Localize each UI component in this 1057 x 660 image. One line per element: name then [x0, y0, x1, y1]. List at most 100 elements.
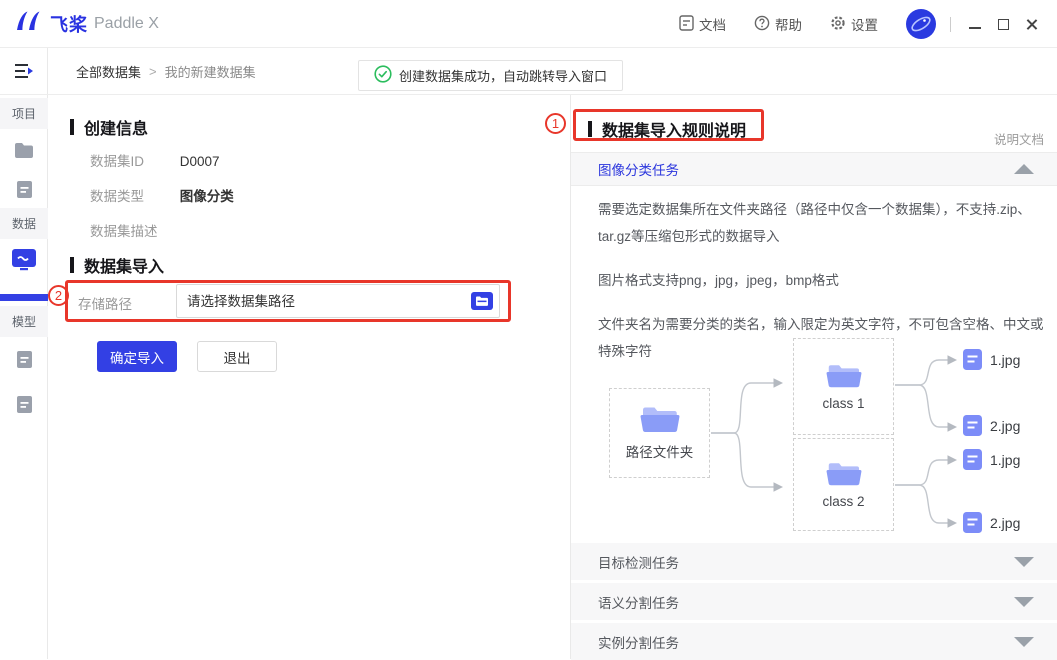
folder-icon: [14, 142, 34, 159]
field-dataset-id: 数据集ID D0007: [90, 150, 220, 170]
image-file-icon: [963, 449, 982, 470]
section-bar-icon: [70, 119, 74, 135]
sidebar-item-model-doc-1[interactable]: [0, 350, 48, 369]
document-icon: [679, 15, 694, 34]
section-bar-icon: [70, 257, 74, 273]
window-close-button[interactable]: [1017, 10, 1045, 38]
sidebar-section-model: 模型: [0, 306, 48, 337]
root-folder-box: 路径文件夹: [609, 388, 710, 478]
sidebar-section-project: 项目: [0, 98, 48, 129]
folder-icon: [826, 461, 862, 487]
class1-label: class 1: [822, 396, 864, 411]
blue-folder-icon: [471, 292, 493, 310]
accordion-instance-segmentation[interactable]: 实例分割任务: [571, 623, 1057, 660]
breadcrumb-bar: 全部数据集 > 我的新建数据集 创建数据集成功，自动跳转导入窗口: [48, 48, 1057, 95]
file-item: 1.jpg: [963, 349, 1020, 370]
window-controls-divider: [950, 17, 951, 32]
window-minimize-button[interactable]: [961, 10, 989, 38]
browse-folder-button[interactable]: [471, 292, 493, 310]
nav-docs-label: 文档: [699, 14, 726, 34]
accordion-label: 目标检测任务: [598, 552, 679, 572]
file-label: 2.jpg: [990, 418, 1020, 434]
doc-link[interactable]: 说明文档: [994, 129, 1044, 148]
file-item: 1.jpg: [963, 449, 1020, 470]
success-toast: 创建数据集成功，自动跳转导入窗口: [358, 60, 623, 91]
logo-text-en: Paddle X: [94, 15, 159, 33]
sidebar-item-project-doc[interactable]: [0, 180, 48, 199]
exit-button[interactable]: 退出: [197, 341, 277, 372]
sidebar-section-data: 数据: [0, 208, 48, 239]
dataset-monitor-icon: [11, 248, 37, 272]
field-value: 图像分类: [180, 189, 234, 204]
logo-text-cn: 飞桨: [50, 11, 88, 37]
chevron-down-icon: [1014, 597, 1034, 607]
user-avatar[interactable]: [906, 9, 936, 39]
field-data-type: 数据类型 图像分类: [90, 185, 234, 205]
chevron-down-icon: [1014, 637, 1034, 647]
accordion-label: 语义分割任务: [598, 592, 679, 612]
accordion-label: 图像分类任务: [598, 159, 679, 179]
nav-settings-label: 设置: [851, 14, 878, 34]
hamburger-collapse-icon: [14, 63, 34, 79]
maximize-icon: [998, 19, 1009, 30]
document-icon: [16, 395, 33, 414]
chevron-up-icon: [1014, 164, 1034, 174]
left-sidebar: 项目 数据 模型: [0, 48, 48, 659]
accordion-object-detection[interactable]: 目标检测任务: [571, 543, 1057, 580]
image-file-icon: [963, 349, 982, 370]
import-rules-panel: 数据集导入规则说明 说明文档 图像分类任务 需要选定数据集所在文件夹路径（路径中…: [570, 95, 1057, 659]
field-label: 数据类型: [90, 185, 176, 205]
sidebar-item-project-folder[interactable]: [0, 142, 48, 159]
class1-folder-box: class 1: [793, 338, 894, 435]
sidebar-item-dataset-active[interactable]: [0, 248, 48, 272]
nav-help-label: 帮助: [775, 14, 802, 34]
nav-settings[interactable]: 设置: [830, 14, 878, 34]
minimize-icon: [969, 27, 981, 29]
help-icon: [754, 15, 770, 34]
app-header: 飞桨 Paddle X 文档 帮助 设置: [0, 0, 1057, 48]
rule-paragraph: 图片格式支持png，jpg，jpeg，bmp格式: [598, 267, 1053, 294]
window-maximize-button[interactable]: [989, 10, 1017, 38]
document-icon: [16, 180, 33, 199]
nav-docs[interactable]: 文档: [679, 14, 726, 34]
folder-icon: [640, 405, 680, 434]
sidebar-item-model-doc-2[interactable]: [0, 395, 48, 414]
folder-icon: [826, 363, 862, 389]
breadcrumb-separator: >: [149, 64, 157, 79]
close-icon: [1025, 18, 1038, 31]
file-label: 1.jpg: [990, 352, 1020, 368]
folder-structure-diagram: 路径文件夹 class 1 class 2 1.jpg 2.jpg 1.jpg …: [571, 335, 1057, 532]
confirm-import-button[interactable]: 确定导入: [97, 341, 177, 372]
file-item: 2.jpg: [963, 415, 1020, 436]
field-label: 数据集ID: [90, 150, 176, 170]
breadcrumb: 全部数据集 > 我的新建数据集: [48, 62, 256, 81]
create-info-title: 创建信息: [70, 115, 148, 139]
image-file-icon: [963, 415, 982, 436]
class2-folder-box: class 2: [793, 438, 894, 531]
root-folder-label: 路径文件夹: [626, 441, 694, 461]
create-panel: 创建信息 数据集ID D0007 数据类型 图像分类 数据集描述 数据集导入 存…: [48, 95, 570, 659]
success-check-icon: [374, 65, 392, 86]
section-bar-icon: [588, 121, 592, 137]
file-item: 2.jpg: [963, 512, 1020, 533]
sidebar-active-indicator: [0, 294, 48, 301]
paddle-pp-mark-icon: [14, 9, 44, 38]
accordion-semantic-segmentation[interactable]: 语义分割任务: [571, 583, 1057, 620]
file-label: 2.jpg: [990, 515, 1020, 531]
rules-panel-title: 数据集导入规则说明: [588, 117, 746, 141]
breadcrumb-current: 我的新建数据集: [165, 62, 256, 81]
dataset-import-title: 数据集导入: [70, 253, 164, 277]
nav-help[interactable]: 帮助: [754, 14, 802, 34]
toast-message: 创建数据集成功，自动跳转导入窗口: [399, 66, 607, 85]
field-dataset-desc: 数据集描述: [90, 220, 176, 240]
accordion-image-classification[interactable]: 图像分类任务: [571, 152, 1057, 186]
chevron-down-icon: [1014, 557, 1034, 567]
storage-path-input[interactable]: [176, 284, 500, 318]
sidebar-collapse-button[interactable]: [0, 48, 48, 95]
field-label: 数据集描述: [90, 220, 176, 240]
file-label: 1.jpg: [990, 452, 1020, 468]
breadcrumb-all-datasets[interactable]: 全部数据集: [76, 62, 141, 81]
gear-icon: [830, 15, 846, 34]
paddlex-logo: 飞桨 Paddle X: [0, 9, 159, 38]
accordion-label: 实例分割任务: [598, 632, 679, 652]
